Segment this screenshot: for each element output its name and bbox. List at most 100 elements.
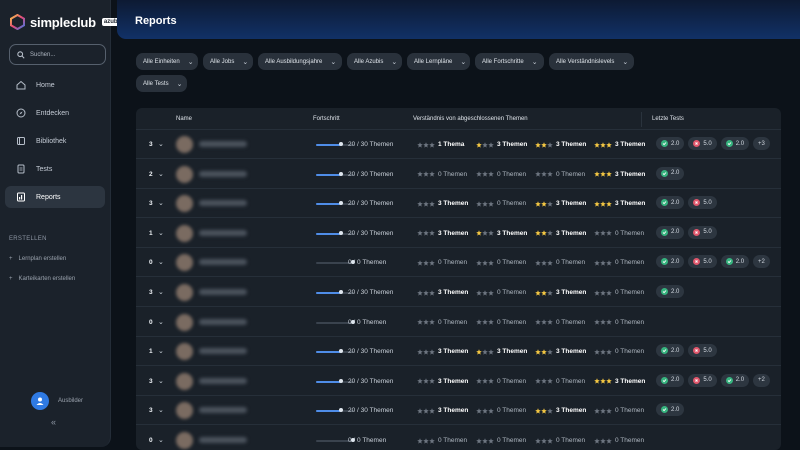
test-score: 2.0 — [671, 229, 680, 236]
chevron-down-icon[interactable]: ⌄ — [158, 288, 164, 296]
table-row[interactable]: 0 ⌄ 0 / 0 Themen 0 Themen 0 Themen 0 Themen 0 … — [136, 248, 781, 278]
more-tests-badge[interactable]: +3 — [753, 137, 770, 150]
test-result-pill[interactable]: 5.0 — [688, 225, 717, 239]
filter-lernplaene[interactable]: Alle Lernpläne ⌄ — [407, 53, 470, 70]
test-result-pill[interactable]: 5.0 — [688, 137, 717, 150]
star-icon — [606, 378, 612, 384]
progress-text: 20 / 30 Themen — [348, 407, 394, 415]
test-score: 2.0 — [671, 347, 680, 354]
more-tests-badge[interactable]: +2 — [753, 255, 770, 269]
progress-text: 0 / 0 Themen — [348, 437, 387, 444]
test-result-pill[interactable]: 5.0 — [688, 344, 717, 358]
star-icon — [606, 260, 612, 266]
level-2-cell: 3 Themen — [535, 407, 586, 414]
test-result-pill[interactable]: 2.0 — [656, 344, 685, 358]
search-input[interactable]: Suchen... — [9, 44, 106, 65]
progress-text: 20 / 30 Themen — [348, 170, 394, 178]
test-result-pill[interactable]: 2.0 — [656, 137, 685, 150]
column-header-name[interactable]: Name — [176, 116, 192, 122]
level-count: 3 Themen — [497, 348, 528, 356]
level-1-cell: 0 Themen — [476, 289, 526, 296]
sidebar: simpleclub azubi Suchen... Home Entdecke… — [0, 0, 122, 447]
table-row[interactable]: 1 ⌄ 20 / 30 Themen 3 Themen 3 Themen 3 Themen… — [136, 337, 781, 367]
logo[interactable]: simpleclub azubi — [10, 14, 122, 30]
filter-jobs[interactable]: Alle Jobs ⌄ — [203, 53, 253, 70]
chevron-down-icon[interactable]: ⌄ — [158, 318, 164, 326]
level-count: 3 Themen — [615, 200, 646, 208]
more-tests-badge[interactable]: +2 — [753, 373, 770, 387]
student-name-blurred — [199, 437, 247, 443]
table-row[interactable]: 3 ⌄ 20 / 30 Themen 1 Thema 3 Themen 3 Themen 3… — [136, 130, 781, 159]
test-result-pill[interactable]: 5.0 — [688, 373, 717, 387]
star-icon — [547, 319, 553, 325]
star-icon — [429, 319, 435, 325]
table-row[interactable]: 3 ⌄ 20 / 30 Themen 3 Themen 0 Themen 0 Themen… — [136, 367, 781, 396]
column-header-tests[interactable]: Letzte Tests — [652, 116, 684, 122]
filter-azubis[interactable]: Alle Azubis ⌄ — [347, 53, 402, 70]
chevron-down-icon[interactable]: ⌄ — [158, 347, 164, 355]
chevron-down-icon[interactable]: ⌄ — [158, 199, 164, 207]
test-result-pill[interactable]: 2.0 — [720, 137, 750, 150]
sidebar-item-label: Home — [36, 81, 55, 89]
table-row[interactable]: 3 ⌄ 20 / 30 Themen 3 Themen 0 Themen 3 Themen… — [136, 396, 781, 426]
stars-icon — [594, 200, 612, 207]
avatar — [176, 284, 193, 301]
chevron-down-icon[interactable]: ⌄ — [158, 229, 164, 237]
sidebar-item-home[interactable]: Home — [5, 74, 105, 96]
test-result-pill[interactable]: 5.0 — [688, 255, 717, 269]
test-result-pill[interactable]: 2.0 — [656, 255, 685, 269]
filter-einheiten[interactable]: Alle Einheiten ⌄ — [136, 53, 198, 70]
student-name-blurred — [199, 348, 247, 355]
table-row[interactable]: 3 ⌄ 20 / 30 Themen 3 Themen 0 Themen 3 Themen… — [136, 278, 781, 307]
user-profile[interactable]: Ausbilder — [31, 392, 83, 410]
test-result-pill[interactable]: 2.0 — [656, 166, 685, 180]
test-result-pill[interactable]: 2.0 — [656, 285, 685, 298]
chevron-down-icon[interactable]: ⌄ — [158, 406, 164, 414]
column-header-understanding[interactable]: Verständnis von abgeschlossenen Themen — [413, 116, 528, 122]
table-row[interactable]: 3 ⌄ 20 / 30 Themen 3 Themen 0 Themen 3 Themen… — [136, 189, 781, 219]
progress-text: 0 / 0 Themen — [348, 318, 387, 326]
table-row[interactable]: 1 ⌄ 20 / 30 Themen 3 Themen 3 Themen 3 Themen… — [136, 219, 781, 248]
sidebar-item-bibliothek[interactable]: Bibliothek — [5, 130, 105, 152]
stars-icon — [535, 408, 553, 414]
test-result-pill[interactable]: 2.0 — [720, 373, 750, 387]
recent-tests: 2.0 5.0 2.0 +2 — [656, 373, 770, 387]
filter-verstaendnislevels[interactable]: Alle Verständnislevels ⌄ — [549, 53, 634, 70]
test-result-pill[interactable]: 2.0 — [656, 196, 685, 210]
chevron-down-icon[interactable]: ⌄ — [158, 170, 164, 178]
chevron-down-icon[interactable]: ⌄ — [158, 436, 164, 444]
stars-icon — [417, 200, 435, 207]
avatar — [176, 402, 193, 420]
filter-fortschritte[interactable]: Alle Fortschritte ⌄ — [475, 53, 544, 70]
chevron-down-icon[interactable]: ⌄ — [158, 140, 164, 148]
test-result-pill[interactable]: 5.0 — [688, 196, 717, 210]
sidebar-item-tests[interactable]: Tests — [5, 158, 105, 180]
filter-tests[interactable]: Alle Tests ⌄ — [136, 75, 187, 92]
level-3-cell: 0 Themen — [594, 437, 644, 444]
stars-icon — [476, 230, 494, 236]
test-score: 2.0 — [671, 140, 680, 147]
create-lernplan-link[interactable]: + Lernplan erstellen — [9, 256, 66, 262]
table-row[interactable]: 0 ⌄ 0 / 0 Themen 0 Themen 0 Themen 0 Themen 0 … — [136, 308, 781, 337]
chevron-down-icon[interactable]: ⌄ — [158, 258, 164, 266]
filter-ausbildungsjahre[interactable]: Alle Ausbildungsjahre ⌄ — [258, 53, 342, 70]
stars-icon — [535, 141, 553, 148]
sidebar-item-reports[interactable]: Reports — [5, 186, 105, 208]
chevron-down-icon[interactable]: ⌄ — [158, 377, 164, 385]
test-result-pill[interactable]: 2.0 — [656, 373, 685, 387]
create-karteikarten-link[interactable]: + Karteikarten erstellen — [9, 276, 75, 282]
table-row[interactable]: 2 ⌄ 20 / 30 Themen 0 Themen 0 Themen 0 Themen… — [136, 160, 781, 189]
test-result-pill[interactable]: 2.0 — [656, 225, 685, 239]
test-score: 2.0 — [671, 258, 680, 265]
sidebar-item-entdecken[interactable]: Entdecken — [5, 102, 105, 124]
chevron-down-icon: ⌄ — [531, 58, 538, 66]
collapse-sidebar-icon[interactable]: « — [51, 417, 56, 427]
progress-text: 20 / 30 Themen — [348, 229, 394, 237]
row-count: 3 — [149, 407, 153, 415]
test-result-pill[interactable]: 2.0 — [656, 403, 685, 417]
test-result-pill[interactable]: 2.0 — [720, 255, 750, 269]
level-2-cell: 3 Themen — [535, 289, 586, 296]
table-row[interactable]: 0 ⌄ 0 / 0 Themen 0 Themen 0 Themen 0 Themen 0 … — [136, 426, 781, 450]
column-header-progress[interactable]: Fortschritt — [313, 116, 340, 122]
cross-icon — [693, 347, 701, 355]
